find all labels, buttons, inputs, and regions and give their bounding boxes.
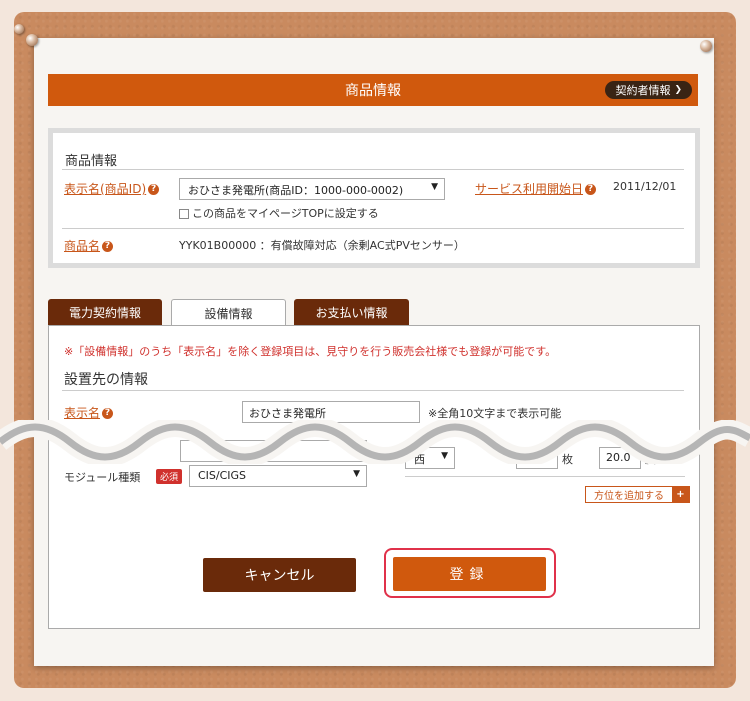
- equipment-display-name-link[interactable]: 表示名: [64, 406, 100, 420]
- service-start-value: 2011/12/01: [613, 180, 677, 193]
- register-button[interactable]: 登録: [393, 557, 546, 591]
- required-badge: 必須: [156, 469, 183, 484]
- pin-icon: [26, 34, 38, 46]
- contract-info-button[interactable]: 契約者情報 ❯: [605, 81, 692, 99]
- help-icon[interactable]: ?: [102, 408, 114, 419]
- add-direction-label: 方位を追加する: [594, 491, 664, 502]
- dropdown-arrow-icon: ▼: [353, 469, 360, 479]
- mypage-checkbox-row[interactable]: この商品をマイページTOPに設定する: [179, 205, 379, 221]
- product-name-link[interactable]: 商品名: [64, 239, 100, 253]
- divider: [62, 169, 684, 170]
- contract-info-label: 契約者情報: [615, 84, 671, 97]
- module-type-label: モジュール種類: [64, 471, 141, 484]
- product-name-value: YYK01B00000 ：有償故障対応（余剰AC式PVセンサー）: [179, 239, 465, 252]
- cancel-button[interactable]: キャンセル: [203, 558, 356, 592]
- tab-equipment[interactable]: 設備情報: [171, 299, 286, 327]
- torn-break-wave: [0, 420, 750, 464]
- plus-icon: +: [672, 486, 689, 503]
- equipment-note: ※「設備情報」のうち「表示名」を除く登録項目は、見守りを行う販売会社様でも登録が…: [64, 345, 557, 358]
- page-header: 商品情報 契約者情報 ❯: [48, 74, 698, 106]
- dropdown-arrow-icon: ▼: [431, 182, 438, 192]
- tab-payment[interactable]: お支払い情報: [294, 299, 409, 326]
- product-name-label-row: 商品名?: [64, 237, 114, 254]
- pin-icon: [700, 40, 712, 52]
- pin-icon: [14, 24, 24, 34]
- divider: [405, 476, 685, 477]
- tab-power-contract[interactable]: 電力契約情報: [48, 299, 162, 326]
- product-section-title: 商品情報: [65, 154, 118, 169]
- help-icon[interactable]: ?: [585, 184, 597, 195]
- mypage-checkbox-label: この商品をマイページTOPに設定する: [192, 207, 379, 220]
- chevron-right-icon: ❯: [674, 85, 682, 95]
- installation-section-title: 設置先の情報: [64, 372, 148, 388]
- display-name-link[interactable]: 表示名(商品ID): [64, 182, 146, 196]
- help-icon[interactable]: ?: [148, 184, 160, 195]
- product-id-select[interactable]: おひさま発電所(商品ID：1000-000-0002) ▼: [179, 178, 445, 200]
- service-start-label-row: サービス利用開始日?: [475, 180, 597, 197]
- help-icon[interactable]: ?: [102, 241, 114, 252]
- module-type-select[interactable]: CIS/CIGS ▼: [189, 465, 367, 487]
- display-name-label-row: 表示名(商品ID)?: [64, 180, 160, 197]
- module-type-value: CIS/CIGS: [198, 469, 247, 482]
- service-start-link[interactable]: サービス利用開始日: [475, 182, 583, 196]
- display-name-hint: ※全角10文字まで表示可能: [428, 407, 562, 420]
- product-id-select-value: おひさま発電所(商品ID：1000-000-0002): [188, 184, 404, 197]
- equipment-display-name-label-row: 表示名?: [64, 404, 114, 421]
- mypage-checkbox[interactable]: [179, 209, 189, 219]
- add-direction-button[interactable]: 方位を追加する +: [585, 486, 690, 503]
- divider: [62, 390, 684, 391]
- page-title: 商品情報: [345, 83, 401, 99]
- divider: [62, 228, 684, 229]
- required-badge-wrap: 必須: [156, 469, 183, 484]
